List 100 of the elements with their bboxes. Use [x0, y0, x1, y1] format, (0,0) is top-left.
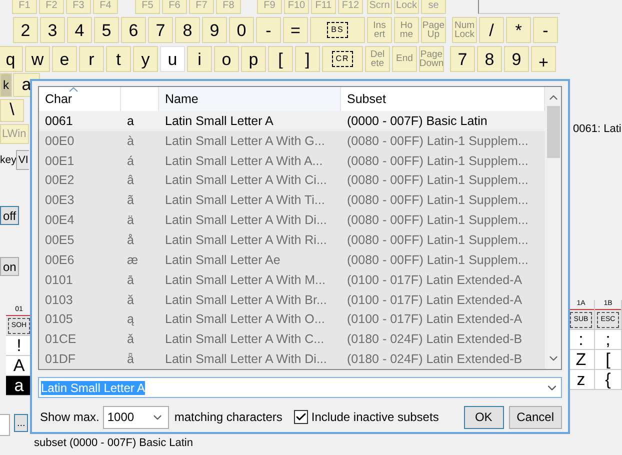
dialog-button[interactable]: OK: [464, 406, 504, 428]
text-field[interactable]: [0, 414, 10, 436]
char-cell[interactable]: A: [6, 356, 32, 376]
keyboard-key[interactable]: i: [187, 46, 212, 72]
column-header[interactable]: Name: [159, 87, 341, 111]
char-cell-text: á: [126, 154, 135, 168]
char-cell-text: ă: [126, 292, 135, 307]
keyboard-key[interactable]: 3: [40, 17, 65, 43]
char-cell-text: ą: [126, 312, 135, 326]
list-row[interactable]: 0101 ā Latin Small Letter A With M... (0100 - 017F) Latin Extended-A: [39, 270, 545, 290]
key-select[interactable]: VI: [16, 150, 30, 170]
keyboard-key[interactable]: 8: [477, 46, 502, 72]
keyboard-key[interactable]: -: [533, 17, 558, 43]
char-cell[interactable]: a: [6, 376, 32, 396]
keyboard-key[interactable]: [: [268, 46, 293, 72]
list-row[interactable]: 00E0 à Latin Small Letter A With G... (0080 - 00FF) Latin-1 Supplem...: [39, 130, 545, 151]
char-cell-text: ã: [126, 193, 135, 208]
list-row[interactable]: 00E2 â Latin Small Letter A With Ci... (0080 - 00FF) Latin-1 Supplem...: [39, 170, 545, 190]
char-cell[interactable]: [: [595, 350, 621, 370]
keyboard-key[interactable]: /: [479, 17, 504, 43]
list-row[interactable]: 00E1 á Latin Small Letter A With A... (0080 - 00FF) Latin-1 Supplem...: [39, 150, 545, 171]
code-cell-text: 0101: [44, 272, 74, 287]
subset-cell-text: (0180 - 024F) Latin Extended-B: [346, 332, 524, 346]
name-cell-text: Latin Small Letter A With Ti...: [164, 193, 326, 208]
keyboard-key[interactable]: r: [79, 46, 104, 72]
char-cell-text: ä: [126, 213, 135, 228]
keyboard-key[interactable]: t: [106, 46, 131, 72]
keyboard-key[interactable]: 9: [504, 46, 529, 72]
char-cell[interactable]: z: [568, 370, 594, 390]
subset-cell-text: (0080 - 00FF) Latin-1 Supplem...: [346, 232, 530, 247]
list-row[interactable]: 0103 ă Latin Small Letter A With Br... (0100 - 017F) Latin Extended-A: [39, 290, 545, 310]
max-select[interactable]: 1000: [103, 406, 170, 428]
keyboard-key[interactable]: y: [133, 46, 158, 72]
keyboard-key[interactable]: o: [214, 46, 239, 72]
keyboard-key[interactable]: w: [25, 46, 50, 72]
name-cell-text: Latin Small Letter A With G...: [164, 134, 326, 148]
keyboard-key[interactable]: q: [0, 46, 23, 72]
char-cell[interactable]: :: [568, 330, 594, 350]
name-cell-text: Latin Small Letter A With Di...: [164, 352, 328, 366]
keyboard-key[interactable]: u: [160, 46, 185, 72]
code-cell-text: 01CE: [44, 332, 78, 346]
char-cell[interactable]: !: [6, 336, 32, 356]
include-checkbox[interactable]: [294, 410, 308, 424]
off-button[interactable]: off: [0, 206, 20, 226]
code-cell-text: 00E5: [44, 232, 76, 247]
name-cell-text: Latin Small Letter A: [164, 114, 274, 128]
list-row[interactable]: 00E6 æ Latin Small Letter Ae (0080 - 00FF) Latin-1 Supplem...: [39, 250, 545, 270]
dialog-button[interactable]: Cancel: [508, 406, 562, 428]
keyboard-key[interactable]: *: [506, 17, 531, 43]
keyboard-key[interactable]: 6: [121, 17, 146, 43]
keyboard-key[interactable]: 5: [94, 17, 119, 43]
char-cell-text: å: [126, 232, 135, 247]
keyboard-key[interactable]: p: [241, 46, 266, 72]
keyboard-key[interactable]: BS: [310, 17, 365, 43]
keyboard-key[interactable]: \: [0, 99, 24, 122]
name-cell-text: Latin Small Letter A With A...: [164, 154, 324, 168]
keyboard-key[interactable]: 4: [67, 17, 92, 43]
list-row[interactable]: 00E5 å Latin Small Letter A With Ri... (0080 - 00FF) Latin-1 Supplem...: [39, 230, 545, 250]
on-button[interactable]: on: [0, 257, 20, 276]
scrollbar[interactable]: [545, 87, 561, 369]
subset-cell-text: (0080 - 00FF) Latin-1 Supplem...: [346, 193, 530, 208]
keyboard-key[interactable]: ]: [295, 46, 320, 72]
name-cell-text: Latin Small Letter A With Br...: [164, 292, 328, 307]
code-cell-text: 00E3: [44, 193, 76, 208]
keyboard-key[interactable]: =: [283, 17, 308, 43]
code-cell-text: 0061: [44, 114, 74, 128]
list-row[interactable]: 00E4 ä Latin Small Letter A With Di... (0080 - 00FF) Latin-1 Supplem...: [39, 210, 545, 230]
keyboard-key[interactable]: +: [531, 46, 556, 72]
subset-cell-text: (0080 - 00FF) Latin-1 Supplem...: [346, 213, 530, 228]
code-cell-text: 0103: [44, 292, 74, 307]
keyboard-key[interactable]: CR: [322, 46, 363, 72]
code-cell-text: 00E1: [44, 154, 76, 168]
keyboard-key[interactable]: e: [52, 46, 77, 72]
scrollbar-thumb[interactable]: [546, 106, 560, 158]
keyboard-key[interactable]: 0: [229, 17, 254, 43]
list-row[interactable]: 01CE ǎ Latin Small Letter A With C... (0180 - 024F) Latin Extended-B: [39, 329, 545, 350]
list-row[interactable]: 0061 a Latin Small Letter A (0000 - 007F) Basic Latin: [39, 111, 545, 131]
char-cell[interactable]: Z: [568, 350, 594, 370]
subset-cell-text: (0080 - 00FF) Latin-1 Supplem...: [346, 252, 530, 267]
subset-cell-text: (0000 - 007F) Basic Latin: [346, 114, 488, 128]
list-row[interactable]: 01DF ǟ Latin Small Letter A With Di... (0180 - 024F) Latin Extended-B: [39, 349, 545, 369]
preview-text: 0061: Lati: [573, 123, 622, 135]
list-row[interactable]: 00E3 ã Latin Small Letter A With Ti... (0080 - 00FF) Latin-1 Supplem...: [39, 190, 545, 210]
check-icon: [295, 411, 308, 423]
keyboard-key[interactable]: -: [256, 17, 281, 43]
name-cell-text: Latin Small Letter A With O...: [164, 312, 326, 326]
browse-button[interactable]: ...: [14, 414, 28, 432]
keyboard-key[interactable]: 2: [13, 17, 38, 43]
subset-cell-text: (0100 - 017F) Latin Extended-A: [346, 292, 524, 307]
code-cell-text: 00E0: [44, 134, 76, 148]
char-cell-text: â: [126, 173, 135, 188]
keyboard-key[interactable]: 7: [450, 46, 475, 72]
list-row[interactable]: 0105 ą Latin Small Letter A With O... (0100 - 017F) Latin Extended-A: [39, 309, 545, 330]
keyboard-key[interactable]: 7: [148, 17, 173, 43]
code-cell-text: 0105: [44, 312, 74, 326]
char-cell[interactable]: {: [595, 370, 621, 390]
char-cell[interactable]: ;: [595, 330, 621, 350]
name-cell-text: Latin Small Letter A With Ri...: [164, 232, 328, 247]
keyboard-key[interactable]: 9: [202, 17, 227, 43]
keyboard-key[interactable]: 8: [175, 17, 200, 43]
